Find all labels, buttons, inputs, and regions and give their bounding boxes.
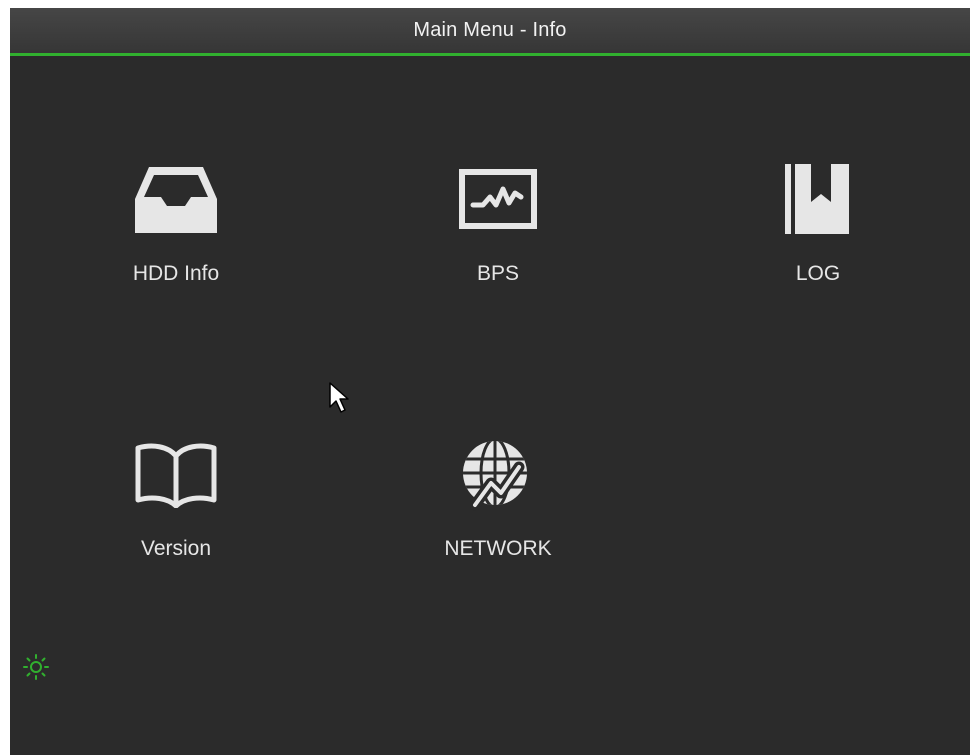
menu-item-version[interactable]: Version	[76, 433, 276, 583]
hdd-tray-icon	[76, 158, 276, 238]
mouse-cursor-icon	[328, 381, 352, 417]
log-book-icon	[718, 158, 918, 238]
menu-item-label: BPS	[476, 262, 520, 285]
menu-item-log[interactable]: LOG	[718, 158, 918, 308]
bps-monitor-icon	[398, 158, 598, 238]
menu-item-label: Version	[140, 537, 212, 560]
menu-item-label: NETWORK	[444, 537, 552, 560]
menu-item-hdd-info[interactable]: HDD Info	[76, 158, 276, 308]
title-bar: Main Menu - Info	[10, 8, 970, 56]
menu-item-label: LOG	[795, 262, 841, 285]
menu-item-label: HDD Info	[132, 262, 220, 285]
window-title: Main Menu - Info	[413, 19, 567, 41]
info-menu-window: Main Menu - Info HDD Info BPS LOG Versio…	[10, 8, 970, 755]
sun-icon	[22, 653, 50, 681]
open-book-icon	[76, 433, 276, 513]
menu-item-network[interactable]: NETWORK	[398, 433, 598, 583]
globe-network-icon	[398, 433, 598, 513]
menu-item-bps[interactable]: BPS	[398, 158, 598, 308]
